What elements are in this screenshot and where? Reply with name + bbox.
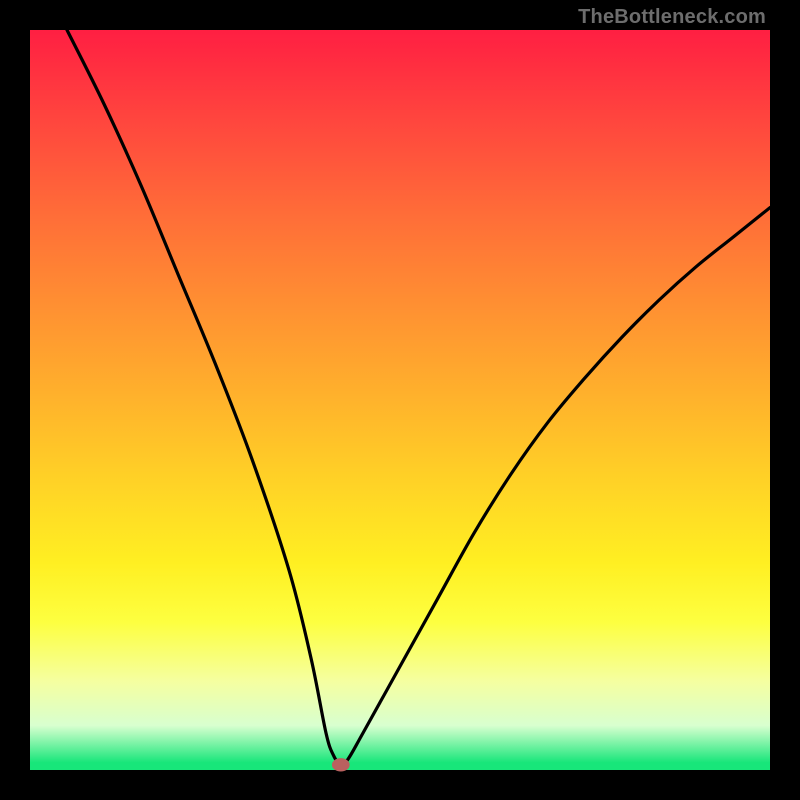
chart-svg xyxy=(30,30,770,770)
bottleneck-curve xyxy=(67,30,770,765)
chart-plot-area xyxy=(30,30,770,770)
bottleneck-marker xyxy=(332,758,350,771)
watermark-text: TheBottleneck.com xyxy=(578,6,766,29)
chart-frame: TheBottleneck.com xyxy=(0,0,800,800)
